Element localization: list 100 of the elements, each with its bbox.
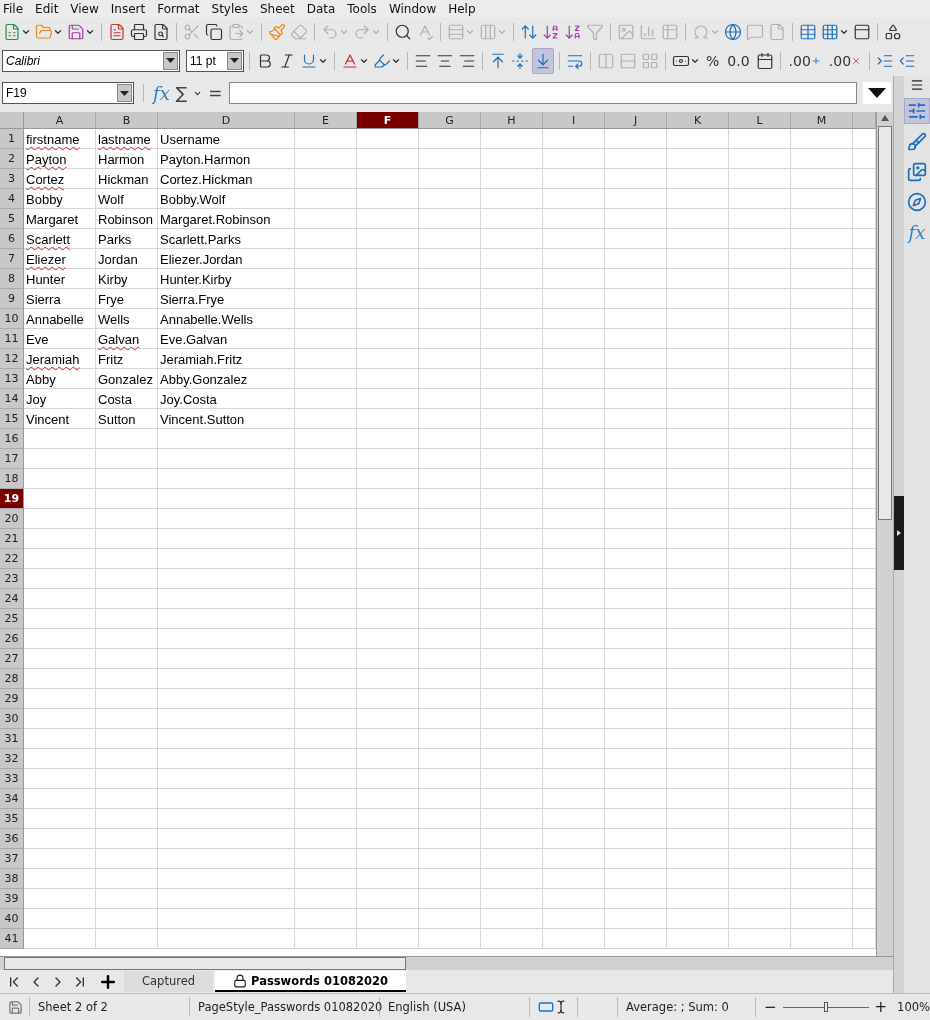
menu-item[interactable]: Format [156, 2, 206, 16]
row-header[interactable]: 34 [0, 789, 24, 809]
row-header[interactable]: 28 [0, 669, 24, 689]
empty-cell[interactable]: firstname [24, 129, 96, 149]
row-header[interactable]: 15 [0, 409, 24, 429]
row-header[interactable]: 8 [0, 269, 24, 289]
row-header[interactable]: 21 [0, 529, 24, 549]
row-header[interactable]: 12 [0, 349, 24, 369]
align-middle-icon[interactable] [511, 51, 529, 70]
highlighter-icon[interactable] [373, 51, 391, 70]
row-header[interactable]: 26 [0, 629, 24, 649]
empty-cell[interactable]: Sierra [24, 289, 96, 309]
sort-ascending-icon[interactable] [542, 22, 560, 41]
empty-cell[interactable]: Fritz [96, 349, 158, 369]
empty-cell[interactable]: Abby [24, 369, 96, 389]
empty-cell[interactable]: Annabelle.Wells [158, 309, 295, 329]
row-header[interactable]: 22 [0, 549, 24, 569]
row-header[interactable]: 7 [0, 249, 24, 269]
column-header[interactable]: E [295, 112, 357, 129]
empty-cell[interactable]: Abby.Gonzalez [158, 369, 295, 389]
formula-button[interactable]: = [208, 83, 223, 103]
row-header[interactable]: 29 [0, 689, 24, 709]
empty-cell[interactable]: Margaret.Robinson [158, 209, 295, 229]
align-top-icon[interactable] [489, 51, 507, 70]
empty-cell[interactable]: Wells [96, 309, 158, 329]
menu-item[interactable]: Edit [34, 2, 65, 16]
row-header[interactable]: 31 [0, 729, 24, 749]
column-header[interactable]: G [419, 112, 481, 129]
empty-cell[interactable]: Harmon [96, 149, 158, 169]
number-format-icon[interactable]: % [704, 52, 722, 69]
row-header[interactable]: 16 [0, 429, 24, 449]
properties-icon[interactable] [907, 101, 927, 121]
empty-cell[interactable]: Eve [24, 329, 96, 349]
row-header[interactable]: 33 [0, 769, 24, 789]
paintbrush-icon[interactable] [268, 22, 286, 41]
save-icon[interactable] [67, 22, 85, 41]
empty-cell[interactable]: Jeramiah [24, 349, 96, 369]
split-window-icon[interactable] [853, 22, 871, 41]
navigator-icon[interactable] [907, 192, 927, 212]
row-header[interactable]: 37 [0, 849, 24, 869]
empty-cell[interactable]: Scarlett.Parks [158, 229, 295, 249]
align-bottom-icon[interactable] [534, 51, 552, 70]
row-header[interactable]: 39 [0, 889, 24, 909]
name-box[interactable]: F19 [2, 82, 134, 104]
empty-cell[interactable]: Jordan [96, 249, 158, 269]
menu-item[interactable]: Tools [346, 2, 383, 16]
zoom-percent[interactable]: 100% [897, 1000, 930, 1014]
empty-cell[interactable]: Costa [96, 389, 158, 409]
menu-item[interactable]: Styles [210, 2, 254, 16]
calendar-icon[interactable] [755, 51, 774, 70]
selection-mode-icon[interactable] [538, 999, 554, 1015]
formula-input[interactable] [228, 82, 857, 104]
empty-cell[interactable]: Joy.Costa [158, 389, 295, 409]
sort-icon[interactable] [520, 22, 538, 41]
empty-cell[interactable]: Frye [96, 289, 158, 309]
column-header[interactable]: B [96, 112, 158, 129]
sidebar-handle[interactable] [894, 496, 904, 570]
row-header[interactable]: 35 [0, 809, 24, 829]
empty-cell[interactable]: Annabelle [24, 309, 96, 329]
search-icon[interactable] [394, 22, 412, 41]
empty-cell[interactable]: Joy [24, 389, 96, 409]
row-header[interactable]: 19 [0, 489, 24, 509]
menu-icon[interactable] [910, 78, 924, 92]
menu-item[interactable]: Window [387, 2, 443, 16]
column-header[interactable]: F [357, 112, 419, 129]
row-header[interactable]: 30 [0, 709, 24, 729]
sum-button[interactable]: ∑ [175, 83, 188, 103]
row-header[interactable]: 4 [0, 189, 24, 209]
empty-cell[interactable]: Kirby [96, 269, 158, 289]
empty-cell[interactable]: Parks [96, 229, 158, 249]
empty-cell[interactable]: Username [158, 129, 295, 149]
row-header[interactable]: 2 [0, 149, 24, 169]
dropdown-button[interactable] [227, 51, 242, 70]
row-header[interactable]: 40 [0, 909, 24, 929]
copy-icon[interactable] [205, 22, 223, 41]
underline-icon[interactable] [300, 51, 318, 70]
empty-cell[interactable]: Hunter [24, 269, 96, 289]
menu-item[interactable]: View [69, 2, 105, 16]
menu-item[interactable]: Insert [109, 2, 152, 16]
column-header[interactable]: D [158, 112, 295, 129]
empty-cell[interactable]: Gonzalez [96, 369, 158, 389]
row-header[interactable]: 23 [0, 569, 24, 589]
row-header[interactable]: 24 [0, 589, 24, 609]
freeze-icon[interactable] [821, 22, 839, 41]
row-header[interactable]: 5 [0, 209, 24, 229]
horizontal-scrollbar[interactable] [0, 956, 893, 970]
row-header[interactable]: 14 [0, 389, 24, 409]
empty-cell[interactable]: Eliezer [24, 249, 96, 269]
pdf-icon[interactable] [108, 22, 126, 41]
sheet-tab[interactable]: Captured [124, 971, 214, 992]
font-size-field[interactable]: 11 pt [186, 49, 244, 72]
empty-cell[interactable]: Eve.Galvan [158, 329, 295, 349]
print-preview-icon[interactable] [152, 22, 170, 41]
number-format-icon[interactable]: 0.0 [725, 52, 752, 69]
menu-item[interactable]: Data [305, 2, 342, 16]
menu-item[interactable]: Help [447, 2, 482, 16]
row-header[interactable]: 38 [0, 869, 24, 889]
row-header[interactable]: 27 [0, 649, 24, 669]
row-header[interactable]: 41 [0, 929, 24, 949]
row-header[interactable]: 20 [0, 509, 24, 529]
